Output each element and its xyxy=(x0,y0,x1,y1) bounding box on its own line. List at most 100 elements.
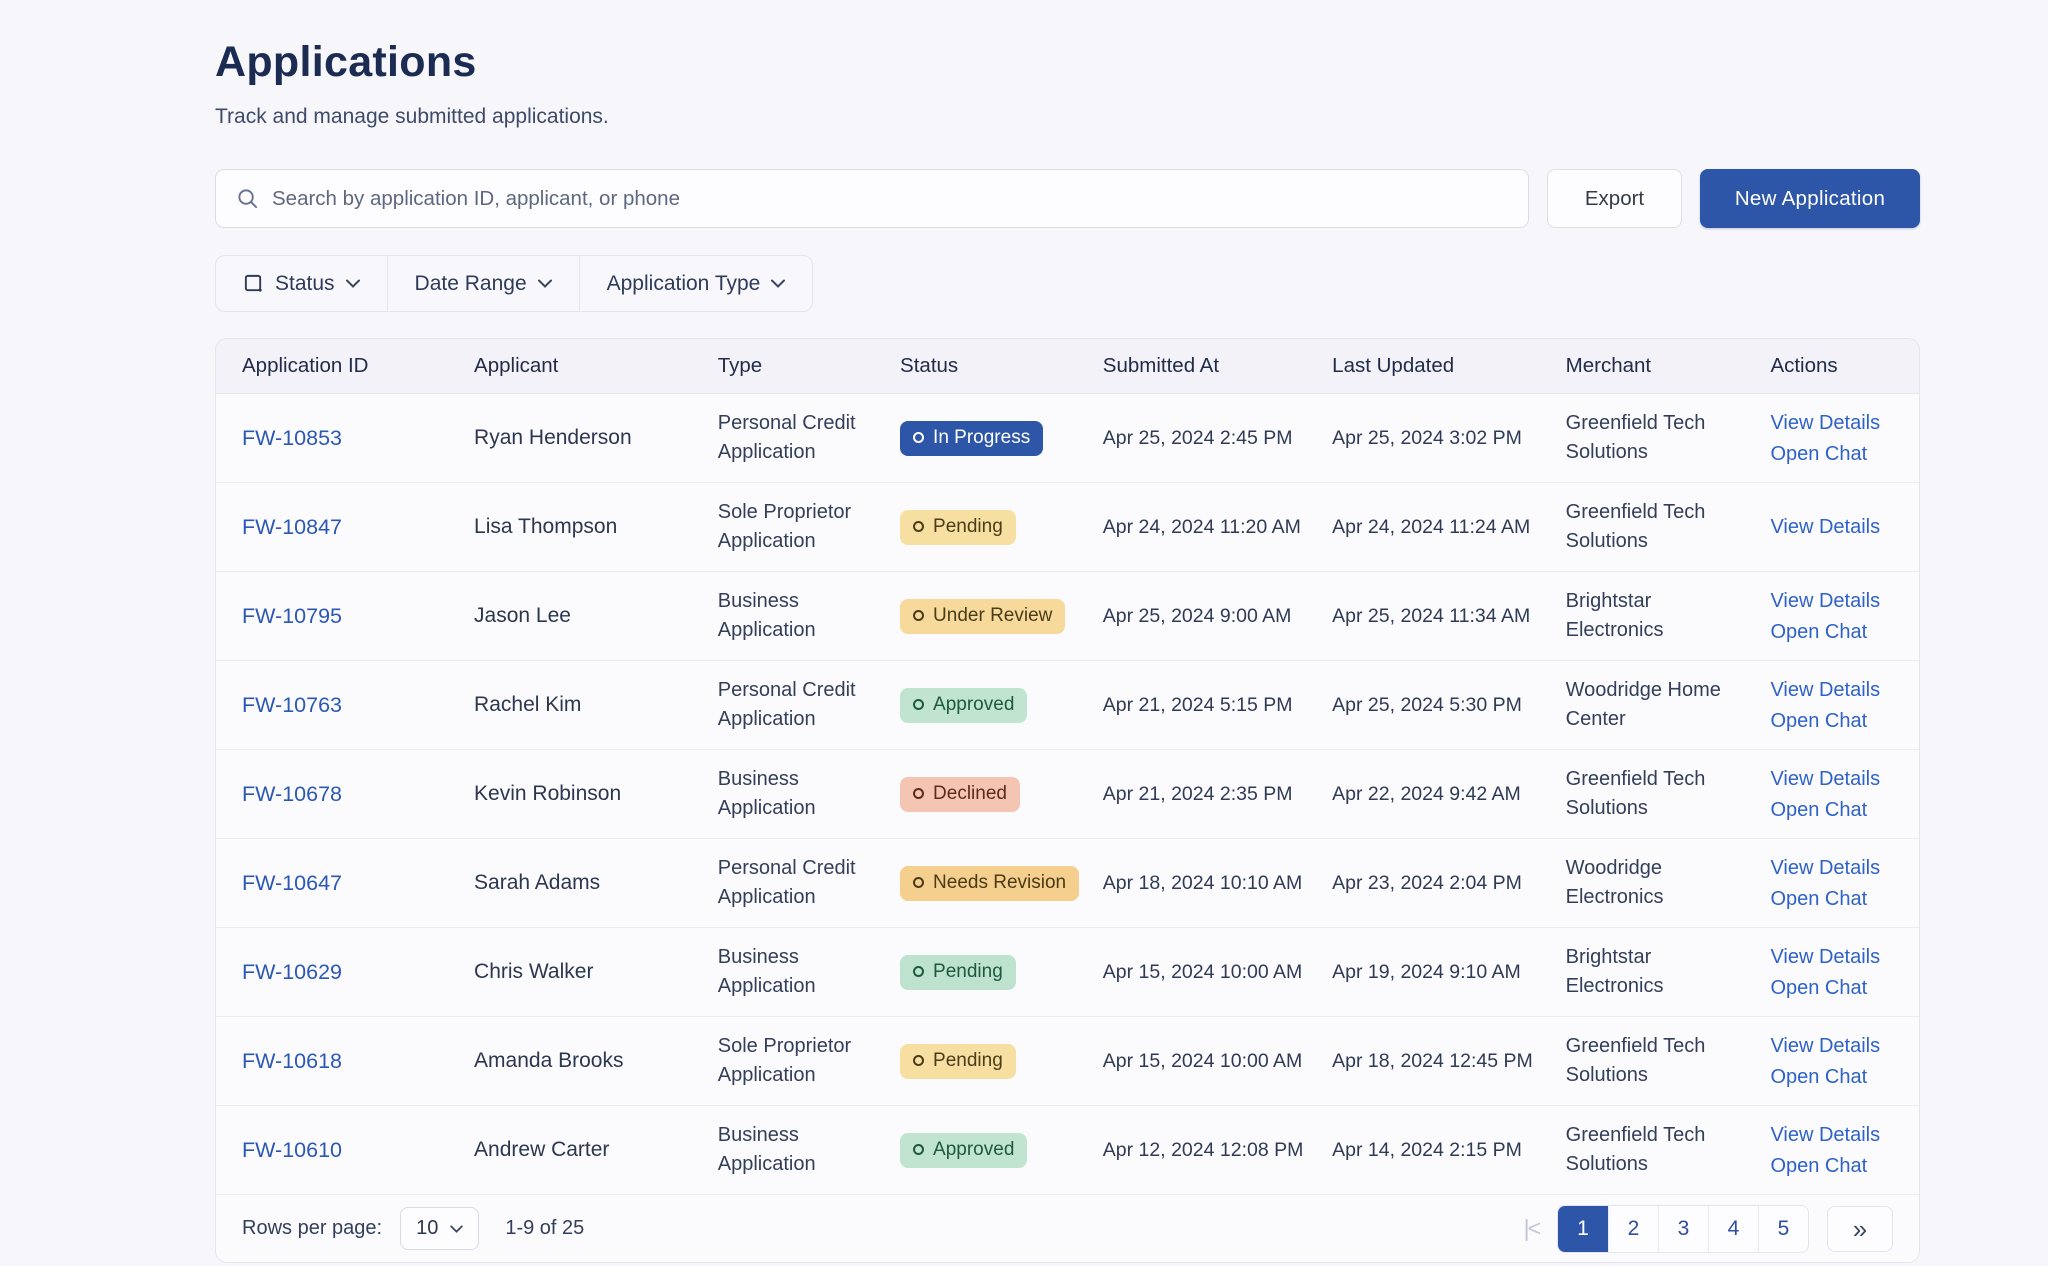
application-type: Personal Credit Application xyxy=(718,854,878,912)
merchant-cell: Greenfield Tech Solutions xyxy=(1566,394,1771,483)
applicant-name: Lisa Thompson xyxy=(474,515,617,538)
status-circle-icon xyxy=(913,788,924,799)
open-chat-link[interactable]: Open Chat xyxy=(1770,441,1907,467)
applicant-cell: Ryan Henderson xyxy=(474,394,718,483)
status-circle-icon xyxy=(913,966,924,977)
view-details-link[interactable]: View Details xyxy=(1770,1122,1907,1148)
open-chat-link[interactable]: Open Chat xyxy=(1770,1153,1907,1179)
status-label: Under Review xyxy=(933,605,1052,627)
table-row: FW-10618 Amanda Brooks Sole Proprietor A… xyxy=(216,1017,1919,1106)
page-button-2[interactable]: 2 xyxy=(1608,1206,1658,1252)
column-header-type: Type xyxy=(718,339,900,394)
export-button[interactable]: Export xyxy=(1547,169,1682,228)
application-type: Sole Proprietor Application xyxy=(718,1032,878,1090)
status-filter-button[interactable]: Status xyxy=(216,256,387,311)
application-id-link[interactable]: FW-10610 xyxy=(242,1138,342,1162)
application-type: Business Application xyxy=(718,1121,878,1179)
chevron-down-icon xyxy=(538,279,552,288)
page-button-1[interactable]: 1 xyxy=(1558,1206,1608,1252)
applicant-cell: Lisa Thompson xyxy=(474,483,718,572)
last-updated-cell: Apr 24, 2024 11:24 AM xyxy=(1332,483,1565,572)
search-box[interactable] xyxy=(215,169,1529,228)
column-header-submitted-at: Submitted At xyxy=(1103,339,1332,394)
table-row: FW-10647 Sarah Adams Personal Credit App… xyxy=(216,839,1919,928)
open-chat-link[interactable]: Open Chat xyxy=(1770,708,1907,734)
page-button-3[interactable]: 3 xyxy=(1658,1206,1708,1252)
status-cell: In Progress xyxy=(900,394,1103,483)
application-type-filter-button[interactable]: Application Type xyxy=(579,256,813,311)
status-cell: Pending xyxy=(900,483,1103,572)
last-updated: Apr 25, 2024 5:30 PM xyxy=(1332,694,1522,716)
submitted-at-cell: Apr 24, 2024 11:20 AM xyxy=(1103,483,1332,572)
last-updated: Apr 18, 2024 12:45 PM xyxy=(1332,1050,1533,1072)
merchant-name: Woodridge Home Center xyxy=(1566,676,1731,734)
status-badge: Approved xyxy=(900,1133,1027,1168)
open-chat-link[interactable]: Open Chat xyxy=(1770,1064,1907,1090)
application-id-link[interactable]: FW-10629 xyxy=(242,960,342,984)
first-page-button[interactable]: |< xyxy=(1524,1215,1539,1242)
status-cell: Pending xyxy=(900,1017,1103,1106)
type-cell: Business Application xyxy=(718,928,900,1017)
rows-per-page-select[interactable]: 10 xyxy=(400,1207,479,1250)
status-badge: Pending xyxy=(900,1044,1016,1079)
status-badge: Needs Revision xyxy=(900,866,1079,901)
view-details-link[interactable]: View Details xyxy=(1770,410,1907,436)
application-id-link[interactable]: FW-10647 xyxy=(242,871,342,895)
table-row: FW-10678 Kevin Robinson Business Applica… xyxy=(216,750,1919,839)
application-id-link[interactable]: FW-10847 xyxy=(242,515,342,539)
view-details-link[interactable]: View Details xyxy=(1770,514,1907,540)
open-chat-link[interactable]: Open Chat xyxy=(1770,797,1907,823)
merchant-name: Woodridge Electronics xyxy=(1566,854,1731,912)
page-number-group: 12345 xyxy=(1557,1205,1809,1253)
view-details-link[interactable]: View Details xyxy=(1770,1033,1907,1059)
date-range-filter-button[interactable]: Date Range xyxy=(387,256,579,311)
open-chat-link[interactable]: Open Chat xyxy=(1770,886,1907,912)
last-updated-cell: Apr 25, 2024 3:02 PM xyxy=(1332,394,1565,483)
last-updated: Apr 14, 2024 2:15 PM xyxy=(1332,1139,1522,1161)
application-id-link[interactable]: FW-10618 xyxy=(242,1049,342,1073)
page-button-4[interactable]: 4 xyxy=(1708,1206,1758,1252)
search-input[interactable] xyxy=(272,187,1508,211)
view-details-link[interactable]: View Details xyxy=(1770,766,1907,792)
application-id-cell: FW-10618 xyxy=(216,1017,474,1106)
applicant-name: Jason Lee xyxy=(474,604,571,627)
application-id-cell: FW-10678 xyxy=(216,750,474,839)
submitted-at: Apr 18, 2024 10:10 AM xyxy=(1103,872,1302,894)
merchant-name: Greenfield Tech Solutions xyxy=(1566,498,1731,556)
last-updated-cell: Apr 25, 2024 11:34 AM xyxy=(1332,572,1565,661)
actions-cell: View Details Open Chat xyxy=(1770,1106,1919,1195)
filter-bar: Status Date Range Application Type xyxy=(215,255,813,312)
applicant-cell: Kevin Robinson xyxy=(474,750,718,839)
table-row: FW-10763 Rachel Kim Personal Credit Appl… xyxy=(216,661,1919,750)
view-details-link[interactable]: View Details xyxy=(1770,677,1907,703)
status-label: Pending xyxy=(933,961,1003,983)
submitted-at: Apr 21, 2024 5:15 PM xyxy=(1103,694,1293,716)
application-id-link[interactable]: FW-10795 xyxy=(242,604,342,628)
last-updated: Apr 25, 2024 3:02 PM xyxy=(1332,427,1522,449)
submitted-at: Apr 25, 2024 2:45 PM xyxy=(1103,427,1293,449)
application-id-link[interactable]: FW-10763 xyxy=(242,693,342,717)
status-cell: Needs Revision xyxy=(900,839,1103,928)
chevron-down-icon xyxy=(346,279,360,288)
new-application-button[interactable]: New Application xyxy=(1700,169,1920,228)
applicant-name: Kevin Robinson xyxy=(474,782,621,805)
submitted-at: Apr 21, 2024 2:35 PM xyxy=(1103,783,1293,805)
open-chat-link[interactable]: Open Chat xyxy=(1770,619,1907,645)
status-badge: Approved xyxy=(900,688,1027,723)
status-badge: Declined xyxy=(900,777,1020,812)
submitted-at-cell: Apr 15, 2024 10:00 AM xyxy=(1103,1017,1332,1106)
last-updated-cell: Apr 23, 2024 2:04 PM xyxy=(1332,839,1565,928)
view-details-link[interactable]: View Details xyxy=(1770,588,1907,614)
page-button-5[interactable]: 5 xyxy=(1758,1206,1808,1252)
table-row: FW-10795 Jason Lee Business Application … xyxy=(216,572,1919,661)
view-details-link[interactable]: View Details xyxy=(1770,944,1907,970)
application-id-link[interactable]: FW-10678 xyxy=(242,782,342,806)
next-pages-button[interactable]: » xyxy=(1827,1206,1893,1252)
view-details-link[interactable]: View Details xyxy=(1770,855,1907,881)
application-id-link[interactable]: FW-10853 xyxy=(242,426,342,450)
submitted-at: Apr 15, 2024 10:00 AM xyxy=(1103,1050,1302,1072)
actions-cell-links: View Details Open Chat xyxy=(1770,766,1907,823)
actions-cell-links: View Details Open Chat xyxy=(1770,410,1907,467)
type-cell: Personal Credit Application xyxy=(718,394,900,483)
open-chat-link[interactable]: Open Chat xyxy=(1770,975,1907,1001)
